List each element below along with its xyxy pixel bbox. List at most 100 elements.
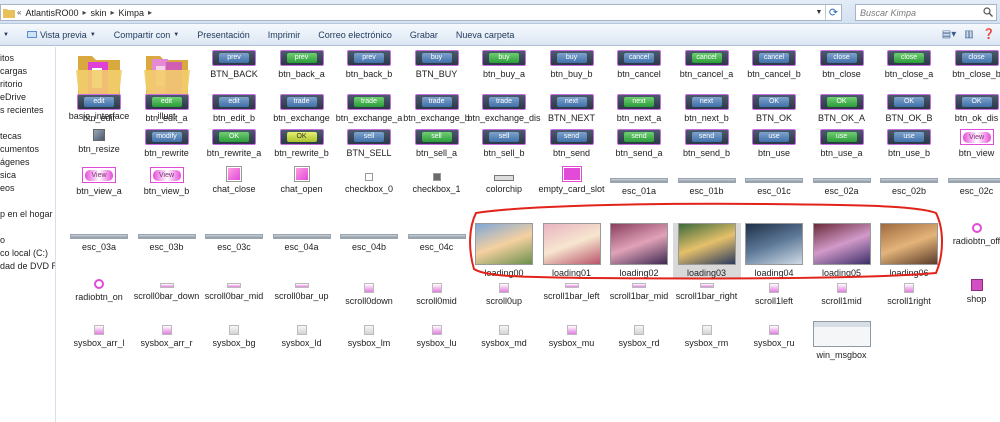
file-item[interactable]: esc_02b: [875, 167, 943, 196]
file-item[interactable]: esc_02c: [943, 167, 1000, 196]
file-item[interactable]: checkbox_1: [403, 167, 471, 194]
nav-computer[interactable]: o: [0, 235, 5, 245]
search-input[interactable]: Buscar Kimpa: [855, 4, 997, 21]
preview-button[interactable]: Vista previa ▼: [18, 30, 105, 40]
file-item[interactable]: send btn_send_b: [673, 129, 741, 158]
file-item[interactable]: buy BTN_BUY: [403, 50, 471, 79]
file-item[interactable]: sysbox_lm: [335, 321, 403, 348]
file-item[interactable]: close btn_close: [808, 50, 876, 79]
new-folder-button[interactable]: Nueva carpeta: [447, 30, 524, 40]
file-item[interactable]: radiobtn_on: [65, 279, 133, 302]
file-item[interactable]: esc_01b: [673, 167, 741, 196]
file-item[interactable]: esc_03c: [200, 223, 268, 252]
file-item[interactable]: edit btn_edit_a: [133, 94, 201, 123]
file-item[interactable]: scroll0down: [335, 279, 403, 306]
file-item[interactable]: esc_04a: [268, 223, 336, 252]
nav-music[interactable]: sica: [0, 170, 16, 180]
breadcrumb-item[interactable]: AtlantisRO00: [23, 8, 80, 18]
file-item[interactable]: View btn_view_b: [133, 167, 201, 196]
file-item[interactable]: scroll1bar_right: [673, 279, 741, 301]
file-item[interactable]: modify btn_rewrite: [133, 129, 201, 158]
file-item[interactable]: scroll0bar_down: [133, 279, 201, 301]
file-item[interactable]: trade btn_exchange_b: [403, 94, 471, 123]
file-item[interactable]: OK BTN_OK_B: [875, 94, 943, 123]
file-item[interactable]: prev btn_back_b: [335, 50, 403, 79]
share-button[interactable]: Compartir con ▼: [105, 30, 188, 40]
file-item[interactable]: scroll1bar_mid: [605, 279, 673, 301]
file-item[interactable]: radiobtn_off: [943, 223, 1000, 246]
file-item[interactable]: scroll1mid: [808, 279, 876, 306]
file-item[interactable]: colorchip: [470, 167, 538, 194]
search-icon[interactable]: [983, 7, 993, 17]
file-item[interactable]: sysbox_rd: [605, 321, 673, 348]
file-item[interactable]: esc_04c: [403, 223, 471, 252]
file-item[interactable]: sysbox_rm: [673, 321, 741, 348]
nav-desktop[interactable]: ritorio: [0, 79, 23, 89]
file-item[interactable]: sysbox_ld: [268, 321, 336, 348]
file-item[interactable]: use btn_use: [740, 129, 808, 158]
file-item[interactable]: View btn_view: [943, 129, 1000, 158]
file-item[interactable]: scroll0up: [470, 279, 538, 306]
file-item[interactable]: next btn_next_b: [673, 94, 741, 123]
file-item[interactable]: esc_03b: [133, 223, 201, 252]
nav-libraries[interactable]: tecas: [0, 131, 22, 141]
file-item[interactable]: sell BTN_SELL: [335, 129, 403, 158]
file-item[interactable]: close btn_close_b: [943, 50, 1000, 79]
file-item[interactable]: sell btn_sell_b: [470, 129, 538, 158]
file-item[interactable]: trade btn_exchange_a: [335, 94, 403, 123]
nav-videos[interactable]: eos: [0, 183, 15, 193]
breadcrumb-separator[interactable]: ▸: [109, 8, 117, 17]
nav-favorites[interactable]: itos: [0, 53, 14, 63]
file-item[interactable]: send btn_send_a: [605, 129, 673, 158]
nav-documents[interactable]: cumentos: [0, 144, 39, 154]
file-item[interactable]: sysbox_mu: [538, 321, 606, 348]
file-item[interactable]: sysbox_ru: [740, 321, 808, 348]
file-item[interactable]: scroll1left: [740, 279, 808, 306]
file-item[interactable]: trade btn_exchange_dis: [467, 94, 541, 123]
email-button[interactable]: Correo electrónico: [309, 30, 401, 40]
refresh-icon[interactable]: ⟳: [825, 5, 841, 20]
file-item[interactable]: scroll0bar_mid: [200, 279, 268, 301]
address-dropdown-icon[interactable]: ▼: [813, 5, 825, 20]
file-item[interactable]: OK btn_rewrite_a: [200, 129, 268, 158]
print-button[interactable]: Imprimir: [259, 30, 310, 40]
file-item[interactable]: btn_resize: [65, 129, 133, 154]
file-item[interactable]: trade btn_exchange: [268, 94, 336, 123]
breadcrumb-separator[interactable]: ▸: [146, 8, 154, 17]
file-item[interactable]: OK btn_rewrite_b: [268, 129, 336, 158]
breadcrumb-item[interactable]: skin: [89, 8, 109, 18]
file-item[interactable]: OK btn_ok_dis: [943, 94, 1000, 123]
file-item[interactable]: esc_02a: [808, 167, 876, 196]
file-item[interactable]: scroll1right: [875, 279, 943, 306]
file-item[interactable]: esc_01a: [605, 167, 673, 196]
preview-pane-icon[interactable]: ▥: [962, 27, 976, 41]
file-item[interactable]: close btn_close_a: [875, 50, 943, 79]
file-item[interactable]: win_msgbox: [808, 321, 876, 360]
breadcrumb-separator[interactable]: ▸: [80, 8, 88, 17]
file-item[interactable]: OK BTN_OK: [740, 94, 808, 123]
file-item[interactable]: checkbox_0: [335, 167, 403, 194]
file-item[interactable]: OK BTN_OK_A: [808, 94, 876, 123]
help-icon[interactable]: ❓: [982, 27, 996, 41]
nav-dvd-drive[interactable]: dad de DVD RW (: [0, 261, 55, 271]
file-item[interactable]: esc_01c: [740, 167, 808, 196]
file-item[interactable]: sysbox_arr_l: [65, 321, 133, 348]
file-item[interactable]: chat_open: [268, 166, 336, 194]
file-item[interactable]: edit btn_edit: [65, 94, 133, 123]
file-item[interactable]: sell btn_sell_a: [403, 129, 471, 158]
organize-tail[interactable]: ▼: [0, 32, 18, 38]
file-item[interactable]: use btn_use_a: [808, 129, 876, 158]
file-item[interactable]: sysbox_lu: [403, 321, 471, 348]
file-item[interactable]: use btn_use_b: [875, 129, 943, 158]
file-item[interactable]: chat_close: [200, 166, 268, 194]
file-item[interactable]: shop: [943, 279, 1000, 304]
nav-local-disk[interactable]: co local (C:): [0, 248, 48, 258]
file-item[interactable]: edit btn_edit_b: [200, 94, 268, 123]
nav-recent[interactable]: s recientes: [0, 105, 44, 115]
file-item[interactable]: esc_04b: [335, 223, 403, 252]
file-item[interactable]: scroll1bar_left: [538, 279, 606, 301]
file-item[interactable]: buy btn_buy_b: [538, 50, 606, 79]
view-options-icon[interactable]: ▤▾: [942, 27, 956, 41]
file-item[interactable]: prev btn_back_a: [268, 50, 336, 79]
file-item[interactable]: cancel btn_cancel_b: [740, 50, 808, 79]
